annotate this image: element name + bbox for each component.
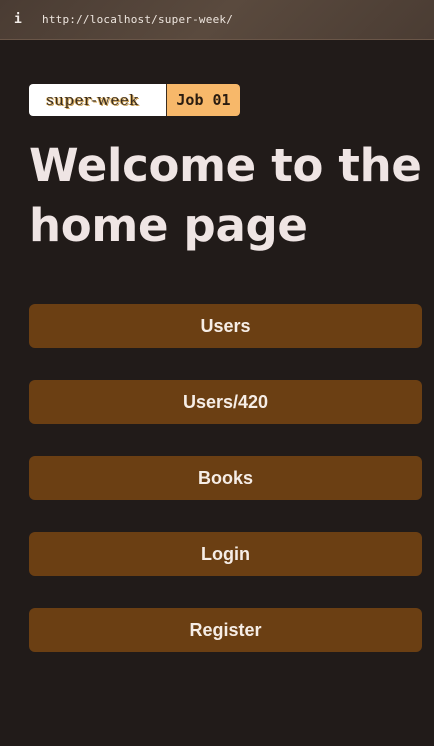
books-button[interactable]: Books (29, 456, 422, 500)
page-title: Welcome to the home page (29, 139, 422, 252)
login-button[interactable]: Login (29, 532, 422, 576)
main-content: super-week Job 01 Welcome to the home pa… (29, 84, 422, 684)
super-week-logo: super-week (29, 84, 166, 116)
brand-badges: super-week Job 01 (29, 84, 422, 116)
info-icon[interactable]: i (14, 12, 34, 27)
address-bar[interactable]: i http://localhost/super-week/ (0, 0, 434, 40)
users-button[interactable]: Users (29, 304, 422, 348)
url-text[interactable]: http://localhost/super-week/ (42, 13, 233, 26)
nav-menu: Users Users/420 Books Login Register (29, 304, 422, 652)
user-420-button[interactable]: Users/420 (29, 380, 422, 424)
job-badge: Job 01 (166, 84, 240, 116)
register-button[interactable]: Register (29, 608, 422, 652)
